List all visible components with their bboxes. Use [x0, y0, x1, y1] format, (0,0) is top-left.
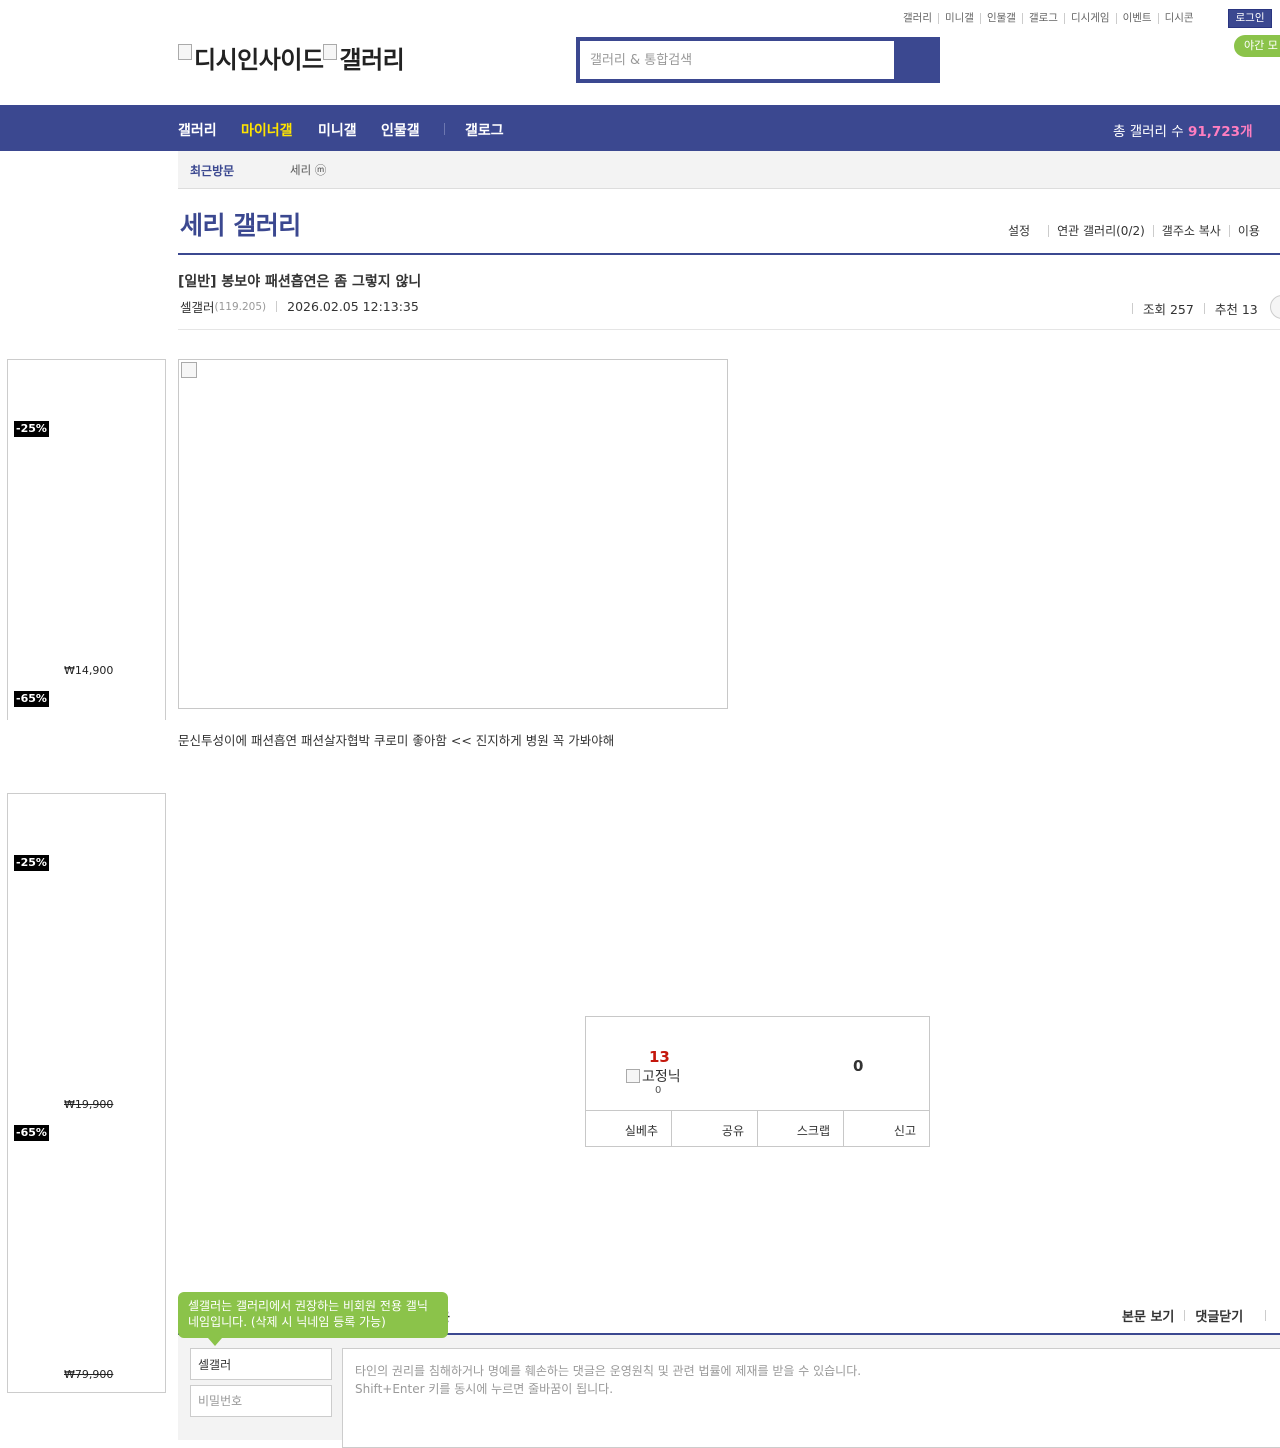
font-size-button[interactable] [1270, 295, 1280, 319]
usage-link[interactable]: 이용 [1228, 225, 1268, 237]
downvote-count[interactable]: 0 [853, 1057, 863, 1075]
best-recommend-button[interactable]: 실베추 [586, 1111, 671, 1147]
top-link-game[interactable]: 디시게임 [1063, 12, 1116, 24]
search-button[interactable] [896, 37, 940, 83]
nav-person-gallery[interactable]: 인물갤 [381, 120, 420, 140]
top-link-person[interactable]: 인물갤 [979, 12, 1022, 24]
post-date: 2026.02.05 12:13:35 [287, 299, 419, 314]
nav-gallog[interactable]: 갤로그 [465, 120, 504, 140]
post-title: [일반] 봉보야 패션흡연은 좀 그렇지 않니 [178, 274, 422, 290]
scrap-button[interactable]: 스크랩 [757, 1111, 843, 1147]
comment-name-field[interactable] [190, 1348, 332, 1380]
copy-address-link[interactable]: 갤주소 복사 [1152, 225, 1229, 237]
recent-gallery-link[interactable]: 세리 ⓜ [290, 162, 326, 178]
tooltip-text: 셀갤러는 갤러리에서 권장하는 비회원 전용 갤닉네임입니다. (삭제 시 닉네… [188, 1299, 428, 1329]
side-ad-2[interactable]: -25% ₩19,900 -65% ₩79,900 [7, 793, 166, 1393]
site-logo[interactable]: 디시인사이드 갤러리 [178, 40, 405, 75]
search-bar [576, 37, 940, 83]
nav-gallery[interactable]: 갤러리 [178, 120, 217, 140]
ad-price: ₩79,900 [64, 1368, 114, 1381]
discount-badge: -65% [14, 691, 49, 707]
discount-badge: -25% [14, 855, 49, 871]
upvote-count[interactable]: 13 [649, 1048, 670, 1066]
comment-tools: 본문 보기 댓글닫기 [1122, 1306, 1267, 1325]
recent-visit-bar: 최근방문 세리 ⓜ [178, 151, 1280, 189]
nav-minor-gallery[interactable]: 마이너갤 [241, 120, 293, 140]
nickname-tooltip: 셀갤러는 갤러리에서 권장하는 비회원 전용 갤닉네임입니다. (삭제 시 닉네… [178, 1292, 448, 1346]
stats-divider [1132, 303, 1133, 314]
logo-site-text: 디시인사이드 [194, 46, 324, 74]
total-number: 91,723개 [1187, 124, 1253, 140]
recommend-box: 13 고정닉 0 0 실베추 공유 스크랩 신고 [585, 1016, 930, 1147]
recommend-actions: 실베추 공유 스크랩 신고 [586, 1110, 929, 1147]
fixed-nick-label: 고정닉 [626, 1066, 681, 1086]
top-link-event[interactable]: 이벤트 [1115, 12, 1158, 24]
fixed-nick-text: 고정닉 [642, 1069, 681, 1085]
post-author-ip: (119.205) [214, 300, 267, 313]
meta-divider [276, 301, 278, 312]
ad-price: ₩14,900 [64, 664, 114, 677]
broken-image-icon [178, 43, 192, 60]
nav-mini-gallery[interactable]: 미니갤 [318, 120, 357, 140]
stats-divider [1203, 303, 1205, 314]
comment-textarea[interactable]: 타인의 권리를 침해하거나 명예를 훼손하는 댓글은 운영원칙 및 관련 법률에… [342, 1348, 1280, 1448]
total-label: 총 갤러리 수 [1113, 124, 1184, 140]
post-stats: 조회 257 추천 13 [1122, 295, 1280, 319]
gallery-header-divider [178, 253, 1280, 255]
tools-divider [1184, 1310, 1186, 1321]
top-link-gallery[interactable]: 갤러리 [903, 12, 938, 24]
top-links: 갤러리 미니갤 인물갤 갤로그 디시게임 이벤트 디시콘 [903, 10, 1200, 26]
main-nav: 갤러리 마이너갤 미니갤 인물갤 갤로그 총 갤러리 수 91,723개 [0, 105, 1280, 151]
comment-password-field[interactable] [190, 1385, 332, 1417]
report-button[interactable]: 신고 [843, 1111, 929, 1147]
login-button[interactable]: 로그인 [1228, 9, 1272, 28]
search-input[interactable] [580, 41, 894, 79]
top-link-minigall[interactable]: 미니갤 [937, 12, 980, 24]
post-image[interactable] [178, 359, 728, 709]
post-recommend: 추천 13 [1214, 302, 1258, 317]
side-ad-1[interactable]: -25% ₩14,900 -65% [7, 359, 166, 720]
total-gallery-count: 총 갤러리 수 91,723개 [1113, 120, 1253, 140]
gallery-title[interactable]: 세리 갤러리 [180, 206, 301, 242]
related-gallery-link[interactable]: 연관 갤러리(0/2) [1048, 225, 1153, 237]
tooltip-arrow [208, 1338, 222, 1346]
share-button[interactable]: 공유 [671, 1111, 757, 1147]
night-mode-button[interactable]: 야간 모 [1234, 35, 1280, 57]
tools-divider [1265, 1310, 1267, 1321]
discount-badge: -65% [14, 1125, 49, 1141]
gallery-tools: 설정 연관 갤러리(0/2) 갤주소 복사 이용 [1008, 225, 1268, 237]
top-link-dccon[interactable]: 디시콘 [1157, 12, 1200, 24]
nav-divider [444, 123, 445, 135]
view-body-link[interactable]: 본문 보기 [1122, 1306, 1174, 1325]
settings-link[interactable]: 설정 [1008, 225, 1048, 237]
post-header-divider [178, 329, 1280, 330]
discount-badge: -25% [14, 421, 49, 437]
post-body-text: 문신투성이에 패션흡연 패션살자협박 쿠로미 좋아함 << 진지하게 병원 꼭 … [178, 733, 615, 748]
fixed-nick-count: 0 [655, 1085, 662, 1096]
post-views: 조회 257 [1143, 302, 1194, 317]
close-comments-link[interactable]: 댓글닫기 [1195, 1306, 1243, 1325]
comment-textarea-hint: Shift+Enter 키를 동시에 누르면 줄바꿈이 됩니다. [355, 1382, 614, 1396]
broken-image-icon [323, 43, 338, 60]
top-link-gallog[interactable]: 갤로그 [1021, 12, 1064, 24]
broken-image-icon [626, 1069, 640, 1083]
ad-price: ₩19,900 [64, 1098, 114, 1111]
comment-textarea-notice: 타인의 권리를 침해하거나 명예를 훼손하는 댓글은 운영원칙 및 관련 법률에… [355, 1364, 862, 1378]
post-author[interactable]: 셀갤러 [180, 297, 215, 316]
broken-image-icon [181, 362, 197, 378]
post-meta: 셀갤러 (119.205) 2026.02.05 12:13:35 [180, 297, 419, 316]
comment-write-form: 타인의 권리를 침해하거나 명예를 훼손하는 댓글은 운영원칙 및 관련 법률에… [178, 1335, 1280, 1448]
recent-visit-label: 최근방문 [190, 164, 235, 178]
logo-section-text: 갤러리 [339, 46, 405, 74]
